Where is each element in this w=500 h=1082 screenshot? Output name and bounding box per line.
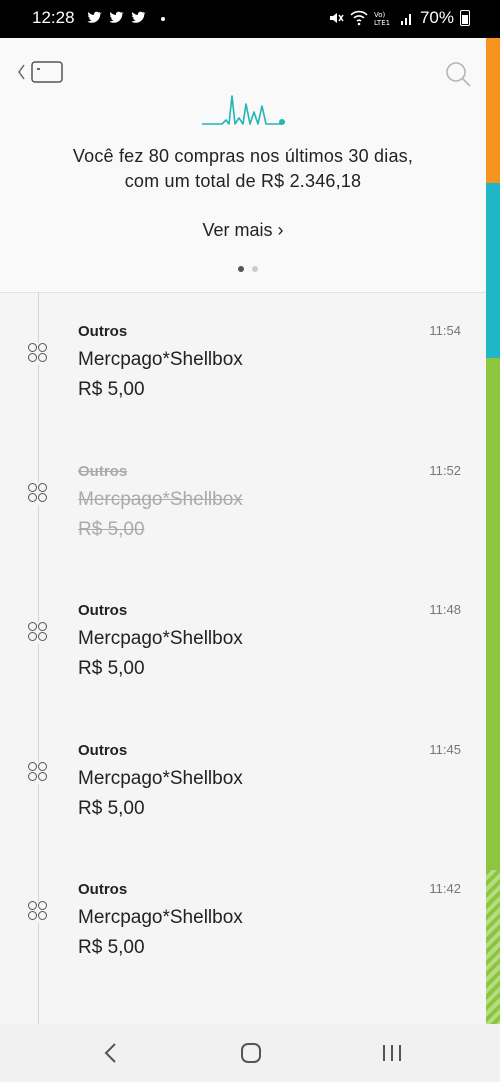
spending-summary-card: Você fez 80 compras nos últimos 30 dias,… xyxy=(0,38,486,293)
battery-icon xyxy=(460,10,470,26)
transaction-category: Outros xyxy=(78,602,128,619)
volte-icon: Vo)LTE1 xyxy=(374,11,390,26)
status-time: 12:28 xyxy=(32,8,75,27)
transaction-category: Outros xyxy=(78,881,128,898)
category-strip-green xyxy=(486,358,500,870)
transaction-row[interactable]: Outros Mercpago*Shellbox R$ 5,00 11:45 xyxy=(0,742,486,842)
transaction-merchant: Mercpago*Shellbox xyxy=(78,489,243,510)
category-other-icon xyxy=(28,483,50,505)
twitter-icon xyxy=(131,11,146,23)
transaction-time: 11:42 xyxy=(429,881,461,896)
summary-line1: Você fez 80 compras nos últimos 30 dias, xyxy=(72,146,414,166)
transaction-category: Outros xyxy=(78,742,128,759)
transaction-time: 11:45 xyxy=(429,742,461,757)
transaction-row[interactable]: Outros Mercpago*Shellbox R$ 5,00 11:54 xyxy=(0,323,486,423)
transaction-merchant: Mercpago*Shellbox xyxy=(78,628,243,649)
transaction-row-canceled[interactable]: Outros Mercpago*Shellbox R$ 5,00 11:52 xyxy=(0,463,486,563)
search-icon[interactable] xyxy=(444,60,472,88)
nav-recent-apps-icon[interactable] xyxy=(380,1042,404,1064)
transaction-amount: R$ 5,00 xyxy=(78,798,145,819)
system-nav-bar xyxy=(0,1024,500,1082)
page-indicator xyxy=(238,266,258,272)
twitter-icon xyxy=(87,11,102,23)
transaction-row[interactable]: Outros Mercpago*Shellbox R$ 5,00 11:42 xyxy=(0,881,486,981)
transaction-amount: R$ 5,00 xyxy=(78,519,145,540)
purchase-summary: Você fez 80 compras nos últimos 30 dias,… xyxy=(0,144,486,194)
transaction-merchant: Mercpago*Shellbox xyxy=(78,768,243,789)
page-dot-active xyxy=(238,266,244,272)
category-other-icon xyxy=(28,762,50,784)
transaction-category: Outros xyxy=(78,463,128,480)
transaction-time: 11:52 xyxy=(429,463,461,478)
transaction-category: Outros xyxy=(78,323,128,340)
back-card-button[interactable] xyxy=(16,60,66,84)
svg-text:LTE1: LTE1 xyxy=(374,19,390,26)
nav-back-icon[interactable] xyxy=(100,1042,122,1064)
transaction-time: 11:54 xyxy=(429,323,461,338)
transaction-row[interactable]: Outros Mercpago*Shellbox R$ 5,00 11:48 xyxy=(0,602,486,702)
category-other-icon xyxy=(28,343,50,365)
battery-level: 70% xyxy=(419,8,454,27)
transaction-merchant: Mercpago*Shellbox xyxy=(78,349,243,370)
category-strip-green-pattern xyxy=(486,870,500,1024)
wifi-icon xyxy=(350,10,368,26)
transaction-amount: R$ 5,00 xyxy=(78,379,145,400)
see-more-link[interactable]: Ver mais › xyxy=(0,220,486,241)
status-bar: 12:28 Vo) LTE1 70% xyxy=(0,0,500,38)
transaction-merchant: Mercpago*Shellbox xyxy=(78,907,243,928)
svg-text:Vo): Vo) xyxy=(374,11,386,19)
category-strip-teal xyxy=(486,183,500,358)
transaction-amount: R$ 5,00 xyxy=(78,658,145,679)
nav-home-icon[interactable] xyxy=(240,1042,262,1064)
status-right-icons: Vo) LTE1 70% xyxy=(328,8,470,28)
category-other-icon xyxy=(28,901,50,923)
category-other-icon xyxy=(28,622,50,644)
mute-icon xyxy=(329,13,344,23)
notification-dot-icon xyxy=(161,17,165,21)
twitter-icon xyxy=(109,11,124,23)
summary-line2: com um total de R$ 2.346,18 xyxy=(124,171,362,191)
transaction-amount: R$ 5,00 xyxy=(78,937,145,958)
category-strip-orange xyxy=(486,38,500,183)
transaction-time: 11:48 xyxy=(429,602,461,617)
pulse-chart-icon xyxy=(202,95,285,125)
page-dot xyxy=(252,266,258,272)
signal-icon xyxy=(400,14,411,25)
